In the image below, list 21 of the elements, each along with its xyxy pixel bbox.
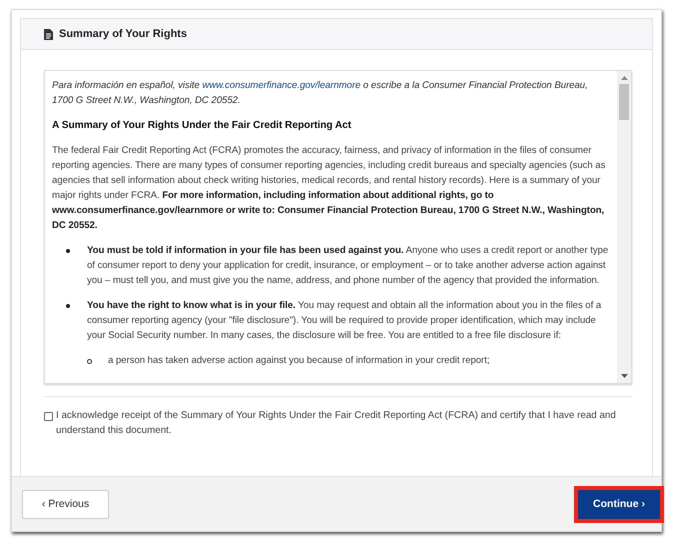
bullet-icon [66,249,70,253]
document-heading: A Summary of Your Rights Under the Fair Credit Reporting Act [52,119,352,133]
spanish-note: Para información en español, visite www.consumerfinance.gov/learnmore o escribe a la Consumer Financial Protection Bureau, 1700 G Street N.W., Washington, DC 20552. [52,79,589,108]
scrollbar[interactable] [617,71,631,383]
list-item-text: a person has taken adverse action against you because of information in your credit report; [108,355,490,366]
scrollbar-thumb[interactable] [619,84,629,120]
acknowledge-checkbox[interactable] [44,412,53,421]
bullet-icon [87,359,92,364]
bullet-icon [66,304,70,308]
document-icon [44,28,53,40]
acknowledge-label[interactable]: I acknowledge receipt of the Summary of Your Rights Under the Fair Credit Reporting Act (FCRA) and certify that I have read and understand this document. [56,409,632,438]
continue-button[interactable]: Continue › [578,490,660,518]
previous-button[interactable]: ‹ Previous [22,490,109,518]
list-item-text: You must be told if information in your file has been used against you. Anyone who uses a credit report or another type of consumer report to deny your application for credit, insurance, or employment – or to take another adverse action against you – must tell you, and must give you the name, address, and phone number of the agency that provided the information. [87,245,608,286]
list-item-text: You have the right to know what is in your file. You may request and obtain all the information about you in the files of a consumer reporting agency (your "file disclosure"). You will be required to provide proper identification, which may include your Social Security number. In many cases, the disclosure will be free. You are entitled to a free file disclosure if: [87,300,602,341]
scroll-down-icon[interactable] [620,374,628,378]
link[interactable]: www.consumerfinance.gov/learnmore [202,80,361,91]
panel-title: Summary of Your Rights [59,28,187,40]
link[interactable]: www.consumerfinance.gov/learnmore [52,205,224,216]
scroll-up-icon[interactable] [620,76,628,80]
paragraph: The federal Fair Credit Reporting Act (FCRA) promotes the accuracy, fairness, and privacy of information in the files of consumer reporting agencies. There are many types of consumer reporting agencies, including credit bureaus and specialty agencies (such as agencies that sell information about check writing histories, medical records, and rental history records). Here is a summary of your major rights under FCRA. For more information, including information about additional rights, go to www.consumerfinance.gov/learnmore or write to: Consumer Financial Protection Bureau, 1700 G Street N.W., Washington, DC 20552. [52,144,606,233]
